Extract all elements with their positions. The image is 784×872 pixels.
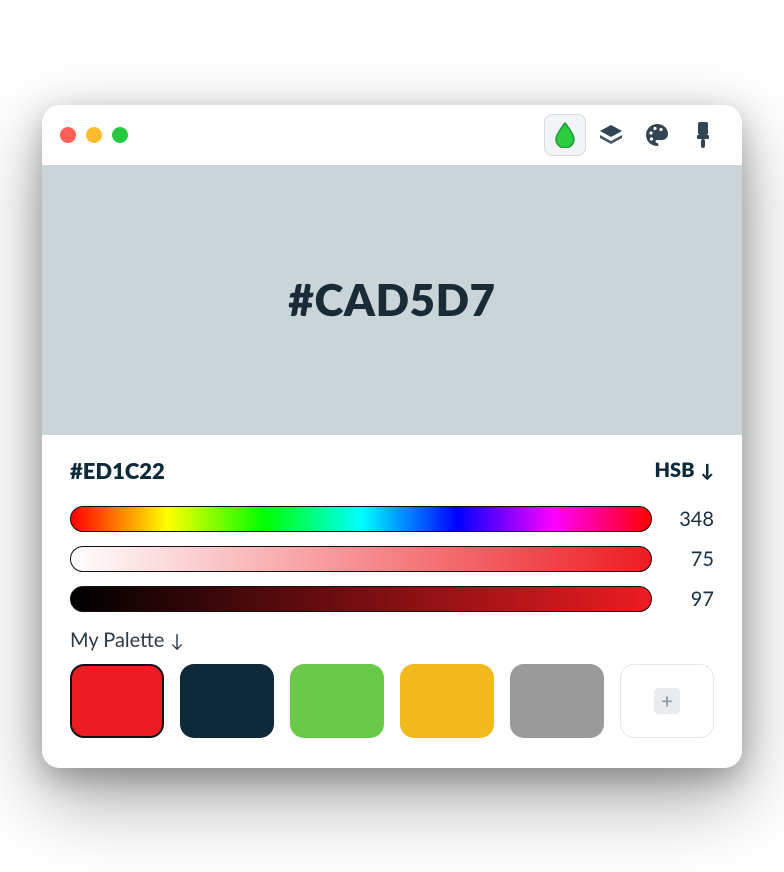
selected-hex[interactable]: #ED1C22 — [70, 457, 165, 484]
palette-swatch-4[interactable] — [510, 664, 604, 738]
hue-value: 348 — [674, 507, 714, 531]
preview-hex: #CAD5D7 — [288, 274, 495, 326]
palette-label-text: My Palette — [70, 628, 164, 652]
hue-slider[interactable] — [70, 506, 652, 532]
preview-panel: #CAD5D7 — [42, 165, 742, 435]
palette-swatch-3[interactable] — [400, 664, 494, 738]
hue-row: 348 — [70, 506, 714, 532]
color-mode-label: HSB — [654, 458, 694, 482]
mode-toolbar — [544, 114, 724, 156]
palette-swatches: + — [70, 664, 714, 738]
saturation-row: 75 — [70, 546, 714, 572]
palette-swatch-1[interactable] — [180, 664, 274, 738]
layers-icon-svg — [598, 122, 624, 148]
minimize-dot[interactable] — [86, 127, 102, 143]
layers-icon[interactable] — [590, 114, 632, 156]
saturation-value: 75 — [674, 547, 714, 571]
plus-icon: + — [654, 688, 680, 714]
saturation-slider[interactable] — [70, 546, 652, 572]
zoom-dot[interactable] — [112, 127, 128, 143]
palette-swatch-0[interactable] — [70, 664, 164, 738]
app-window: #CAD5D7 #ED1C22 HSB ↓ 348 75 97 My Palet… — [42, 105, 742, 768]
brush-icon-svg — [692, 121, 714, 149]
chevron-down-icon: ↓ — [700, 461, 714, 479]
color-mode-dropdown[interactable]: HSB ↓ — [654, 458, 714, 482]
drop-icon-svg — [554, 122, 576, 148]
close-dot[interactable] — [60, 127, 76, 143]
editor-panel: #ED1C22 HSB ↓ 348 75 97 My Palette ↓ + — [42, 435, 742, 768]
brightness-slider[interactable] — [70, 586, 652, 612]
chevron-down-icon: ↓ — [170, 631, 184, 649]
add-swatch-button[interactable]: + — [620, 664, 714, 738]
palette-dropdown[interactable]: My Palette ↓ — [70, 628, 714, 652]
brush-icon[interactable] — [682, 114, 724, 156]
palette-icon[interactable] — [636, 114, 678, 156]
titlebar — [42, 105, 742, 165]
drop-icon[interactable] — [544, 114, 586, 156]
palette-swatch-2[interactable] — [290, 664, 384, 738]
brightness-value: 97 — [674, 587, 714, 611]
palette-icon-svg — [644, 122, 670, 148]
editor-header: #ED1C22 HSB ↓ — [70, 457, 714, 484]
traffic-lights — [60, 127, 128, 143]
brightness-row: 97 — [70, 586, 714, 612]
